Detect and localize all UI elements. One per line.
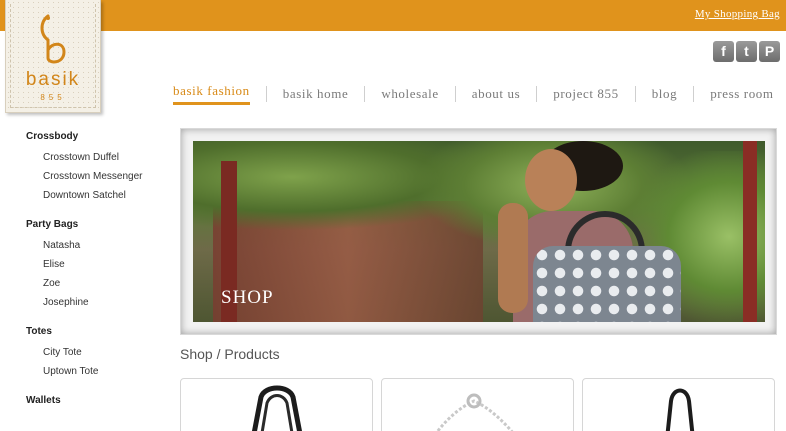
- sidebar-heading[interactable]: Crossbody: [26, 131, 176, 142]
- nav-divider: [364, 86, 366, 102]
- hero-banner[interactable]: SHOP: [193, 141, 765, 322]
- section-title: Shop / Products: [180, 346, 280, 362]
- sidebar-item[interactable]: Elise: [26, 255, 176, 274]
- sidebar-heading[interactable]: Wallets: [26, 395, 176, 406]
- nav-divider: [454, 86, 456, 102]
- sidebar-item[interactable]: Downtown Satchel: [26, 186, 176, 205]
- nav-basik-home[interactable]: basik home: [283, 86, 349, 102]
- nav-project-855[interactable]: project 855: [553, 86, 618, 102]
- nav-basik-fashion[interactable]: basik fashion: [173, 83, 250, 105]
- pinterest-icon[interactable]: P: [759, 41, 780, 62]
- sidebar-group-totes: Totes City Tote Uptown Tote: [26, 326, 176, 381]
- sidebar-group-party-bags: Party Bags Natasha Elise Zoe Josephine: [26, 219, 176, 312]
- hero-frame: SHOP: [180, 128, 777, 335]
- shopping-bag-link[interactable]: My Shopping Bag: [695, 8, 780, 20]
- logo[interactable]: basik 855: [5, 0, 101, 113]
- sidebar-group-crossbody: Crossbody Crosstown Duffel Crosstown Mes…: [26, 131, 176, 205]
- sidebar-heading[interactable]: Party Bags: [26, 219, 176, 230]
- main-nav: basik fashion basik home wholesale about…: [173, 83, 774, 105]
- social-icons: f t P: [713, 41, 780, 62]
- product-image-chain-bag: [435, 393, 514, 431]
- sidebar: Crossbody Crosstown Duffel Crosstown Mes…: [26, 131, 176, 420]
- logo-wordmark: basik: [25, 69, 81, 90]
- product-card[interactable]: [381, 378, 574, 431]
- product-image-black-handbag: [665, 388, 695, 431]
- product-card[interactable]: [180, 378, 373, 431]
- nav-divider: [634, 86, 636, 102]
- hero-polka-dot-bag: [533, 246, 681, 322]
- nav-divider: [536, 86, 538, 102]
- hero-model-arm: [498, 203, 528, 313]
- product-card[interactable]: [582, 378, 775, 431]
- sidebar-item[interactable]: Zoe: [26, 274, 176, 293]
- sidebar-item[interactable]: City Tote: [26, 343, 176, 362]
- facebook-icon[interactable]: f: [713, 41, 734, 62]
- top-bar: My Shopping Bag: [0, 0, 786, 31]
- sidebar-item[interactable]: Crosstown Messenger: [26, 167, 176, 186]
- sidebar-heading[interactable]: Totes: [26, 326, 176, 337]
- hero-post: [743, 141, 757, 322]
- sidebar-item[interactable]: Josephine: [26, 293, 176, 312]
- hero-shop-label[interactable]: SHOP: [221, 287, 274, 309]
- sidebar-item[interactable]: Crosstown Duffel: [26, 148, 176, 167]
- logo-number: 855: [40, 93, 66, 102]
- sidebar-item[interactable]: Natasha: [26, 236, 176, 255]
- nav-divider: [693, 86, 695, 102]
- nav-wholesale[interactable]: wholesale: [381, 86, 438, 102]
- hero-model-head: [525, 149, 577, 211]
- nav-about-us[interactable]: about us: [472, 86, 521, 102]
- nav-divider: [265, 86, 267, 102]
- nav-press-room[interactable]: press room: [710, 86, 773, 102]
- product-image-black-tote: [251, 385, 303, 431]
- twitter-icon[interactable]: t: [736, 41, 757, 62]
- sidebar-group-wallets: Wallets: [26, 395, 176, 406]
- logo-b-mark-icon: [40, 14, 66, 64]
- sidebar-item[interactable]: Uptown Tote: [26, 362, 176, 381]
- nav-blog[interactable]: blog: [652, 86, 678, 102]
